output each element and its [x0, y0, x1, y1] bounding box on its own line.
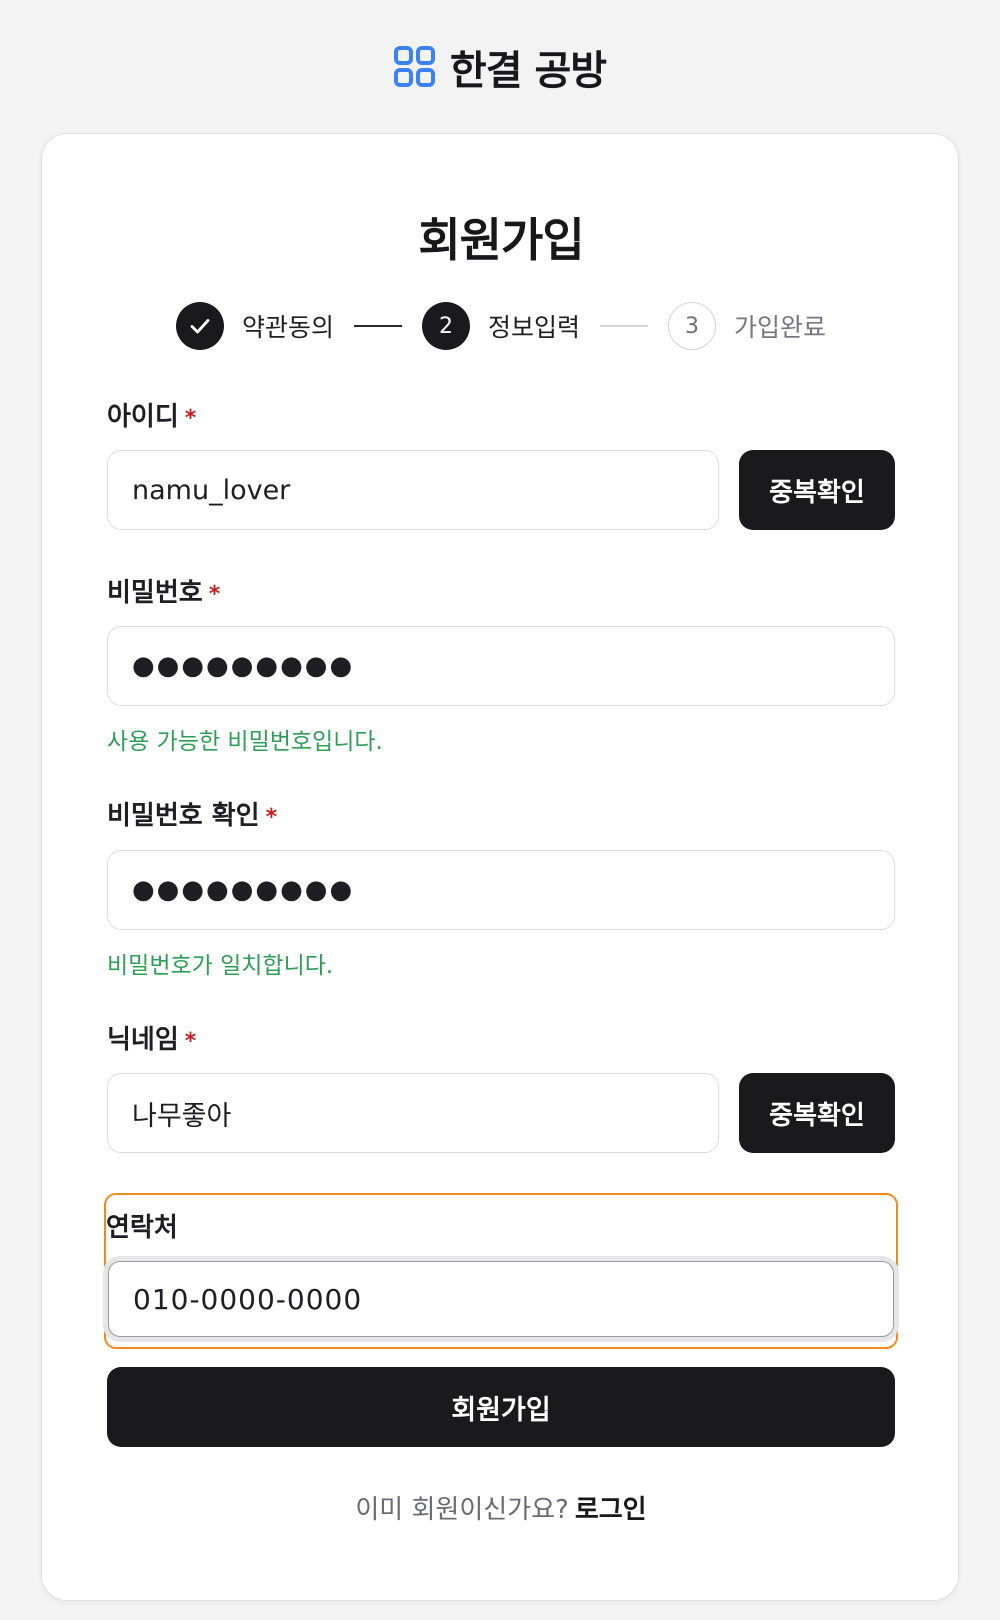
required-mark: *	[184, 406, 197, 431]
required-mark: *	[184, 1029, 197, 1054]
brand-logo[interactable]: 한결 공방	[0, 38, 1000, 96]
step-1-label: 약관동의	[241, 313, 334, 342]
signup-page: 한결 공방 회원가입 약관동의 2 정보입력 3 가입완료 아이디 * namu…	[0, 0, 1000, 1620]
step-2-label: 정보입력	[487, 313, 580, 342]
login-link[interactable]: 로그인	[575, 1495, 647, 1525]
step-terms: 약관동의	[175, 302, 334, 350]
password-label-text: 비밀번호	[107, 578, 203, 608]
step-connector-1	[353, 325, 402, 327]
step-1-circle	[175, 302, 224, 350]
step-2-circle: 2	[421, 302, 470, 350]
nickname-check-button[interactable]: 중복확인	[739, 1073, 895, 1153]
step-3-label: 가입완료	[734, 313, 827, 342]
username-label: 아이디 *	[107, 396, 196, 433]
password-value: ●●●●●●●●●	[132, 651, 355, 681]
password-input[interactable]: ●●●●●●●●●	[107, 626, 895, 706]
password-confirm-input[interactable]: ●●●●●●●●●	[107, 850, 895, 930]
phone-field-group: 연락처 010-0000-0000	[104, 1193, 898, 1349]
nickname-value: 나무좋아	[132, 1100, 232, 1132]
required-mark: *	[208, 582, 221, 607]
step-info: 2 정보입력	[421, 302, 580, 350]
nickname-input[interactable]: 나무좋아	[107, 1073, 719, 1153]
step-connector-2	[600, 325, 648, 327]
grid-logo-icon	[393, 46, 435, 87]
required-mark: *	[265, 805, 278, 830]
login-prompt-row: 이미 회원이신가요? 로그인	[42, 1489, 960, 1526]
page-title: 회원가입	[418, 213, 584, 267]
phone-value: 010-0000-0000	[133, 1282, 363, 1316]
step-complete: 3 가입완료	[668, 302, 826, 350]
username-value: namu_lover	[132, 474, 291, 506]
password-confirm-value: ●●●●●●●●●	[132, 875, 355, 905]
nickname-label: 닉네임 *	[107, 1019, 196, 1056]
password-confirm-label-text: 비밀번호 확인	[107, 801, 260, 831]
password-label: 비밀번호 *	[107, 572, 220, 609]
password-confirm-label: 비밀번호 확인 *	[107, 795, 277, 832]
username-check-button[interactable]: 중복확인	[739, 450, 895, 530]
phone-input[interactable]: 010-0000-0000	[108, 1261, 894, 1337]
login-prompt-text: 이미 회원이신가요?	[355, 1495, 569, 1525]
step-3-circle: 3	[668, 302, 716, 350]
phone-label: 연락처	[106, 1213, 178, 1243]
nickname-label-text: 닉네임	[107, 1025, 179, 1055]
signup-card: 회원가입 약관동의 2 정보입력 3 가입완료 아이디 * namu_lover…	[41, 133, 959, 1601]
password-confirm-hint: 비밀번호가 일치합니다.	[107, 953, 334, 979]
username-input[interactable]: namu_lover	[107, 450, 719, 530]
signup-submit-button[interactable]: 회원가입	[107, 1367, 895, 1447]
brand-name: 한결 공방	[449, 48, 607, 94]
password-hint: 사용 가능한 비밀번호입니다.	[107, 729, 383, 755]
signup-stepper: 약관동의 2 정보입력 3 가입완료	[42, 302, 960, 350]
username-label-text: 아이디	[107, 402, 179, 432]
checkmark-icon	[190, 319, 210, 334]
